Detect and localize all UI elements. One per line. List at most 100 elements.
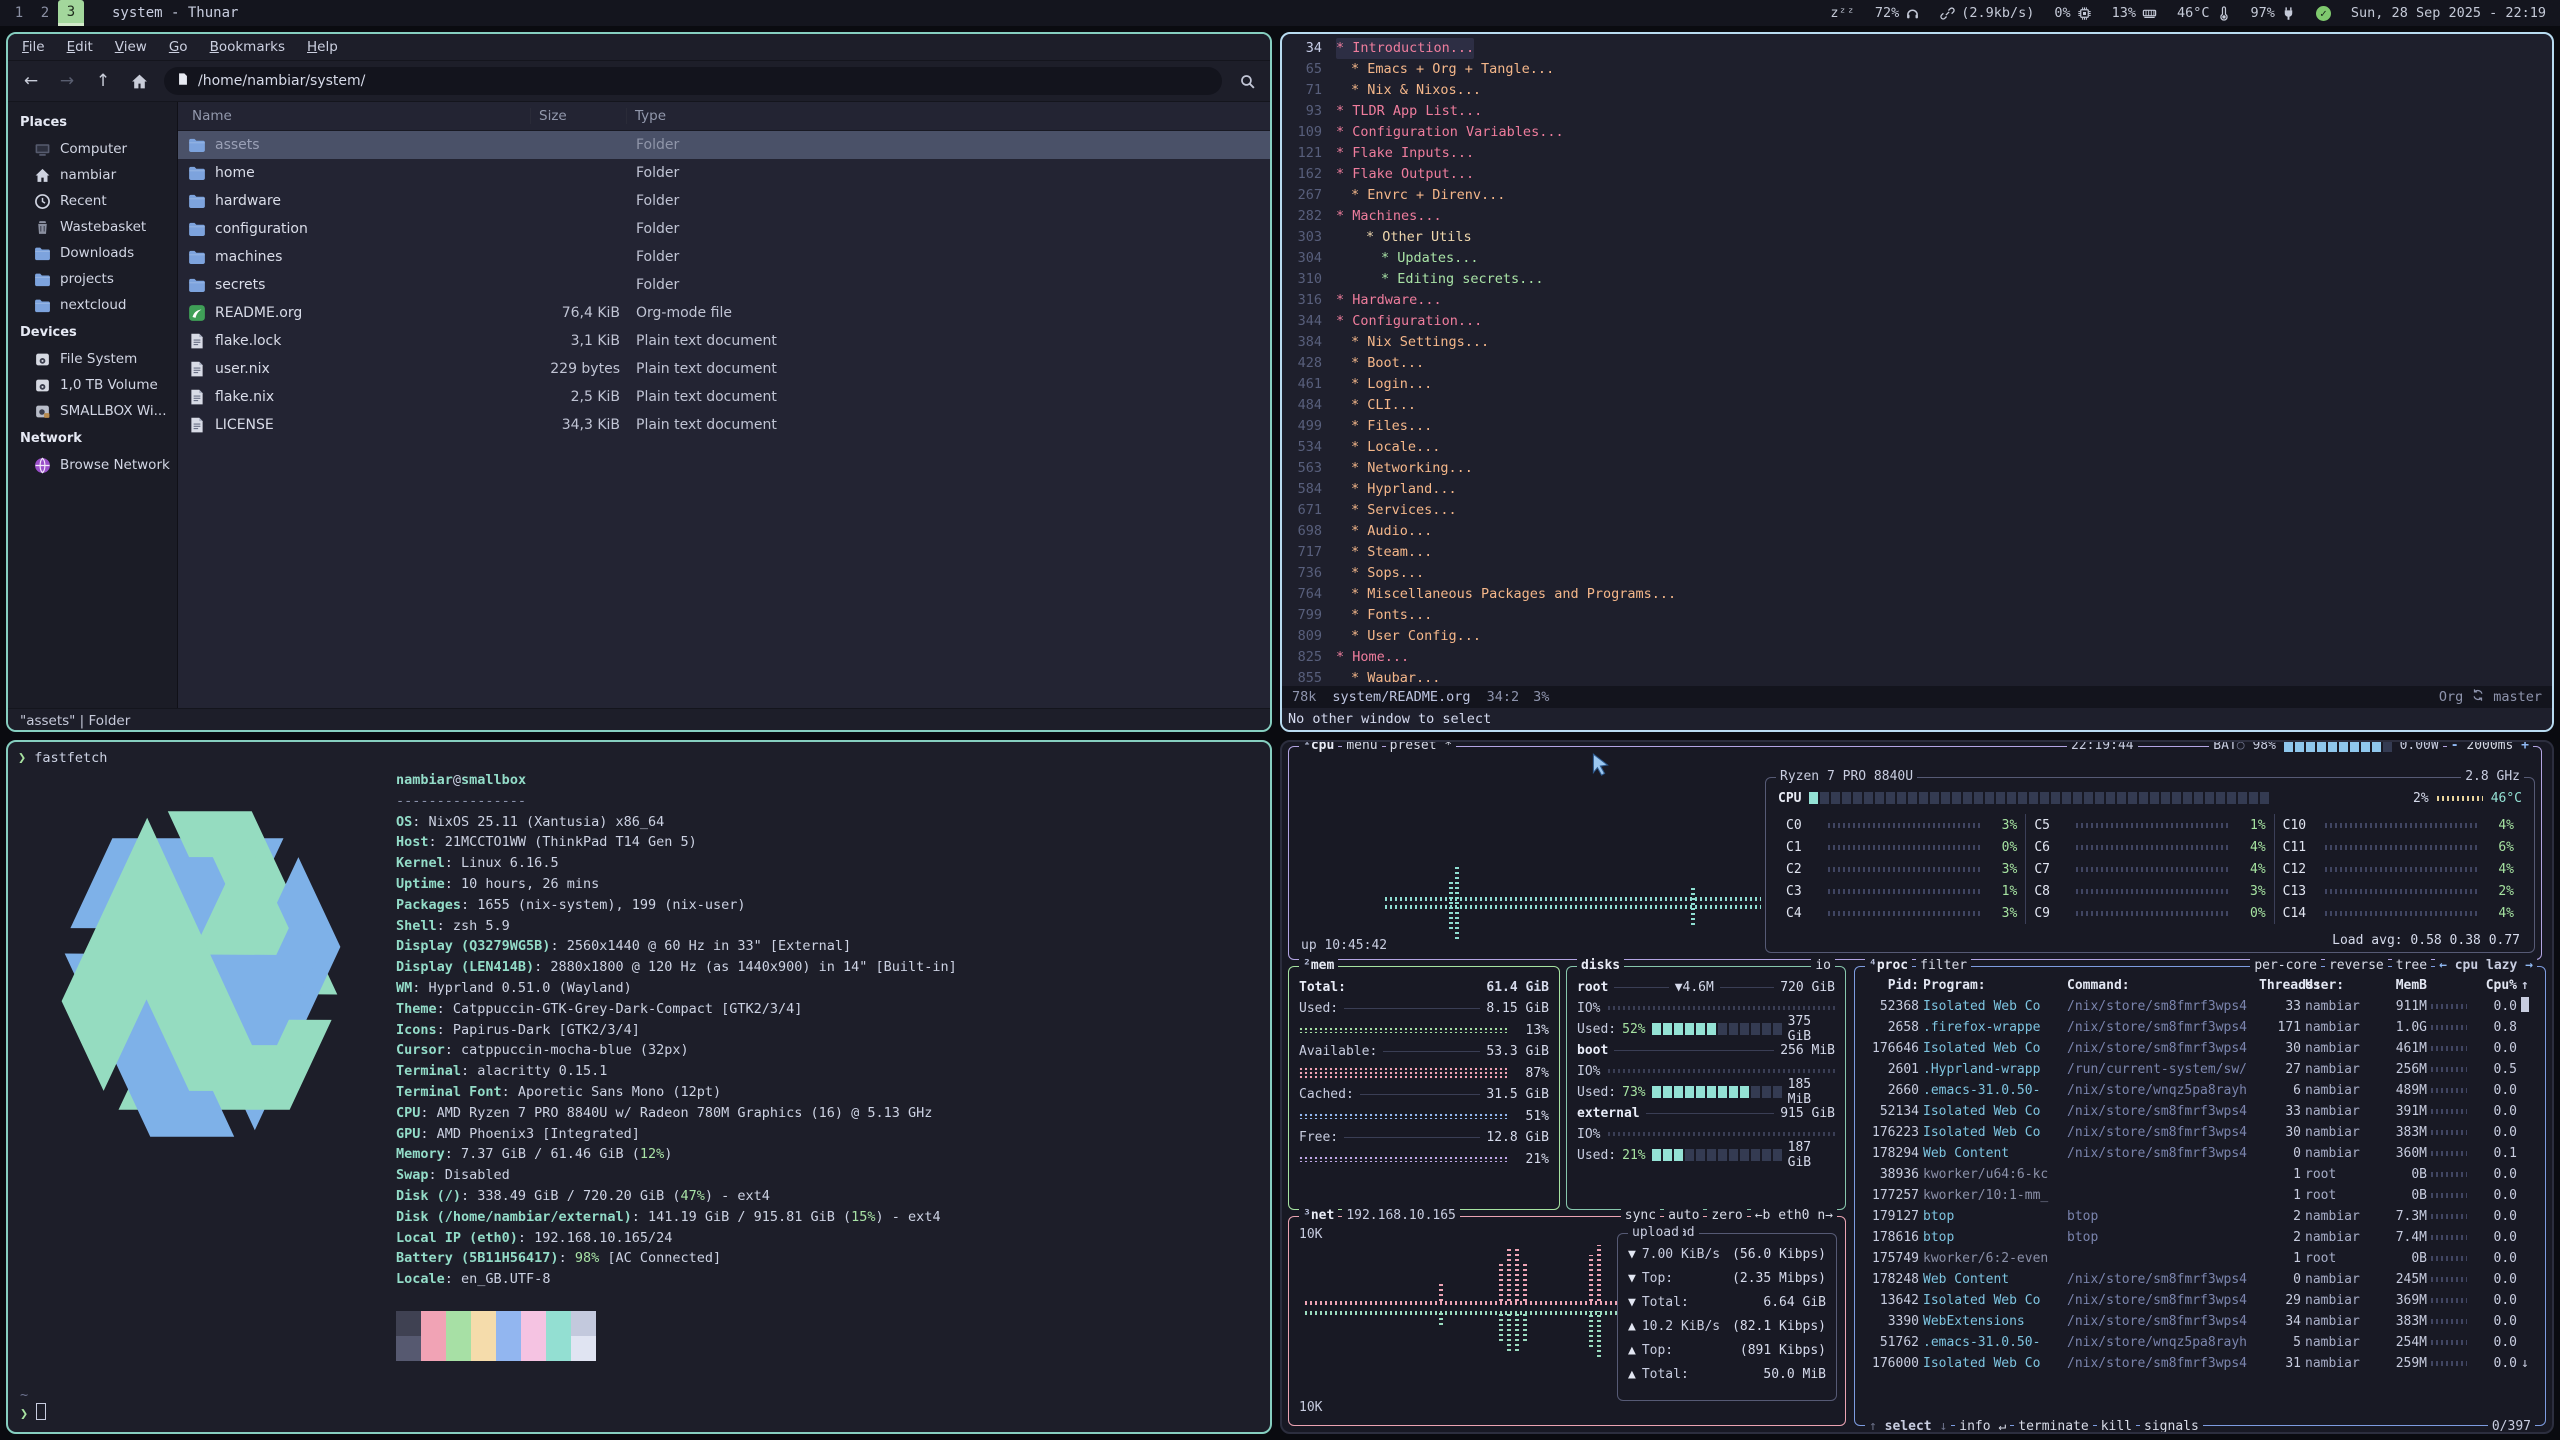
proc-kill-button[interactable]: kill <box>2097 1419 2136 1434</box>
sidebar-item-smallbox-wi[interactable]: SMALLBOX Wi... <box>8 398 177 424</box>
process-row-176646[interactable]: 176646Isolated Web Co/nix/store/sm8fmrf3… <box>1855 1038 2545 1059</box>
status-idle[interactable]: zᶻᶻ <box>1830 5 1854 21</box>
process-row-176223[interactable]: 176223Isolated Web Co/nix/store/sm8fmrf3… <box>1855 1122 2545 1143</box>
process-row-2658[interactable]: 2658.firefox-wrappe/nix/store/sm8fmrf3wp… <box>1855 1017 2545 1038</box>
process-row-2660[interactable]: 2660.emacs-31.0.50-/nix/store/wnqz5pa8ra… <box>1855 1080 2545 1101</box>
status-clock[interactable]: Sun, 28 Sep 2025 - 22:19 <box>2351 5 2546 21</box>
sidebar-item-wastebasket[interactable]: Wastebasket <box>8 214 177 240</box>
sidebar-item-computer[interactable]: Computer <box>8 136 177 162</box>
btop-preset-button[interactable]: preset * <box>1386 740 1457 753</box>
forward-button[interactable]: → <box>56 71 78 91</box>
proc-signals-button[interactable]: signals <box>2140 1419 2203 1434</box>
sort-arrow: ↑ <box>2521 978 2531 993</box>
file-row-assets[interactable]: assetsFolder <box>178 131 1270 159</box>
workspace-2[interactable]: 2 <box>32 0 58 26</box>
menu-help[interactable]: Help <box>307 39 338 55</box>
sidebar-item-browse-network[interactable]: Browse Network <box>8 452 177 478</box>
file-row-flake-lock[interactable]: flake.lock3,1 KiBPlain text document <box>178 327 1270 355</box>
status-memory[interactable]: 13% <box>2112 5 2157 21</box>
sidebar-item-recent[interactable]: Recent <box>8 188 177 214</box>
btop-menu-button[interactable]: menu <box>1342 740 1381 753</box>
btop-auto-button[interactable]: auto <box>1664 1208 1703 1223</box>
process-row-52368[interactable]: 52368Isolated Web Co/nix/store/sm8fmrf3w… <box>1855 996 2545 1017</box>
process-row-178294[interactable]: 178294Web Content/nix/store/sm8fmrf3wps4… <box>1855 1143 2545 1164</box>
sidebar-item-downloads[interactable]: Downloads <box>8 240 177 266</box>
btop-filter-button[interactable]: filter <box>1916 958 1971 973</box>
status-network-text: (2.9kb/s) <box>1961 5 2034 21</box>
drive-lock-icon <box>34 403 51 420</box>
menu-bookmarks[interactable]: Bookmarks <box>210 39 285 55</box>
file-row-secrets[interactable]: secretsFolder <box>178 271 1270 299</box>
sidebar-section-places: PlacesComputernambiarRecentWastebasketDo… <box>8 108 177 318</box>
org-heading-line: 310* Editing secrets... <box>1282 269 2552 290</box>
file-row-home[interactable]: homeFolder <box>178 159 1270 187</box>
btop-reverse-button[interactable]: reverse <box>2325 958 2388 973</box>
process-row-2601[interactable]: 2601.Hyprland-wrapp/run/current-system/s… <box>1855 1059 2545 1080</box>
column-size[interactable]: Size <box>530 108 626 124</box>
status-temperature[interactable]: 46°C <box>2177 5 2231 21</box>
org-heading-line: 282* Machines... <box>1282 206 2552 227</box>
sidebar-section-title: Places <box>8 108 177 136</box>
process-row-177257[interactable]: 177257kworker/10:1-mm_1root0B0.0 <box>1855 1185 2545 1206</box>
btop-sort-selector[interactable]: ← cpu lazy → <box>2435 958 2537 973</box>
file-row-configuration[interactable]: configurationFolder <box>178 215 1270 243</box>
status-cpu[interactable]: 0% <box>2054 5 2091 21</box>
drive-icon <box>34 377 51 394</box>
menu-go[interactable]: Go <box>169 39 188 55</box>
btop-tree-button[interactable]: tree <box>2392 958 2431 973</box>
process-row-178248[interactable]: 178248Web Content/nix/store/sm8fmrf3wps4… <box>1855 1269 2545 1290</box>
status-clock-text: Sun, 28 Sep 2025 - 22:19 <box>2351 5 2546 21</box>
workspace-1[interactable]: 1 <box>6 0 32 26</box>
process-row-38936[interactable]: 38936kworker/u64:6-kc1root0B0.0 <box>1855 1164 2545 1185</box>
menu-view[interactable]: View <box>115 39 147 55</box>
file-row-readme-org[interactable]: README.org76,4 KiBOrg-mode file <box>178 299 1270 327</box>
column-name[interactable]: Name <box>178 108 530 124</box>
process-row-178616[interactable]: 178616btopbtop2nambiar7.4M0.0 <box>1855 1227 2545 1248</box>
file-row-machines[interactable]: machinesFolder <box>178 243 1270 271</box>
up-button[interactable]: ↑ <box>92 71 114 91</box>
status-battery[interactable]: 97% <box>2251 5 2296 21</box>
file-row-flake-nix[interactable]: flake.nix2,5 KiBPlain text document <box>178 383 1270 411</box>
terminal-window[interactable]: ❯ fastfetch nambiar@smallbox------------… <box>6 740 1272 1434</box>
process-row-179127[interactable]: 179127btopbtop2nambiar7.3M0.0 <box>1855 1206 2545 1227</box>
sidebar-item-projects[interactable]: projects <box>8 266 177 292</box>
home-button[interactable] <box>128 73 150 90</box>
btop-percore-button[interactable]: per-core <box>2250 958 2321 973</box>
proc-terminate-button[interactable]: terminate <box>2014 1419 2092 1434</box>
proc-info-button[interactable]: info ↵ <box>1955 1419 2010 1434</box>
process-row-51762[interactable]: 51762.emacs-31.0.50-/nix/store/wnqz5pa8r… <box>1855 1332 2545 1353</box>
search-button[interactable] <box>1236 73 1258 90</box>
back-button[interactable]: ← <box>20 71 42 91</box>
file-row-license[interactable]: LICENSE34,3 KiBPlain text document <box>178 411 1270 439</box>
sidebar-item-nextcloud[interactable]: nextcloud <box>8 292 177 318</box>
file-row-user-nix[interactable]: user.nix229 bytesPlain text document <box>178 355 1270 383</box>
process-row-3390[interactable]: 3390WebExtensions/nix/store/sm8fmrf3wps4… <box>1855 1311 2545 1332</box>
menu-file[interactable]: File <box>22 39 45 55</box>
btop-zero-button[interactable]: zero <box>1707 1208 1746 1223</box>
process-row-176000[interactable]: 176000Isolated Web Co/nix/store/sm8fmrf3… <box>1855 1353 2545 1374</box>
column-type[interactable]: Type <box>626 108 1270 124</box>
file-row-hardware[interactable]: hardwareFolder <box>178 187 1270 215</box>
process-row-13642[interactable]: 13642Isolated Web Co/nix/store/sm8fmrf3w… <box>1855 1290 2545 1311</box>
status-network[interactable]: (2.9kb/s) <box>1940 5 2034 21</box>
process-row-52134[interactable]: 52134Isolated Web Co/nix/store/sm8fmrf3w… <box>1855 1101 2545 1122</box>
status-health[interactable]: ✓ <box>2316 6 2331 21</box>
btop-interval-control[interactable]: - 2000ms + <box>2447 740 2533 753</box>
btop-sync-button[interactable]: sync <box>1621 1208 1660 1223</box>
cpu-frequency: 2.8 GHz <box>2461 769 2524 784</box>
btop-iface-switcher[interactable]: ←b eth0 n→ <box>1751 1208 1837 1223</box>
btop-io-button[interactable]: io <box>1811 958 1835 973</box>
emacs-buffer[interactable]: 34* Introduction...65* Emacs + Org + Tan… <box>1282 34 2552 688</box>
path-bar[interactable]: /home/nambiar/system/ <box>164 67 1222 95</box>
status-volume[interactable]: 72% <box>1875 5 1920 21</box>
org-heading-line: 121* Flake Inputs... <box>1282 143 2552 164</box>
menu-edit[interactable]: Edit <box>67 39 93 55</box>
workspace-3[interactable]: 3 <box>58 0 84 26</box>
proc-scrollbar[interactable] <box>2521 997 2529 1012</box>
org-heading-line: 534* Locale... <box>1282 437 2552 458</box>
core-C7: C74% <box>2034 858 2265 880</box>
sidebar-item-nambiar[interactable]: nambiar <box>8 162 177 188</box>
sidebar-item-file-system[interactable]: File System <box>8 346 177 372</box>
process-row-175749[interactable]: 175749kworker/6:2-even1root0B0.0 <box>1855 1248 2545 1269</box>
sidebar-item-1-0-tb-volume[interactable]: 1,0 TB Volume <box>8 372 177 398</box>
